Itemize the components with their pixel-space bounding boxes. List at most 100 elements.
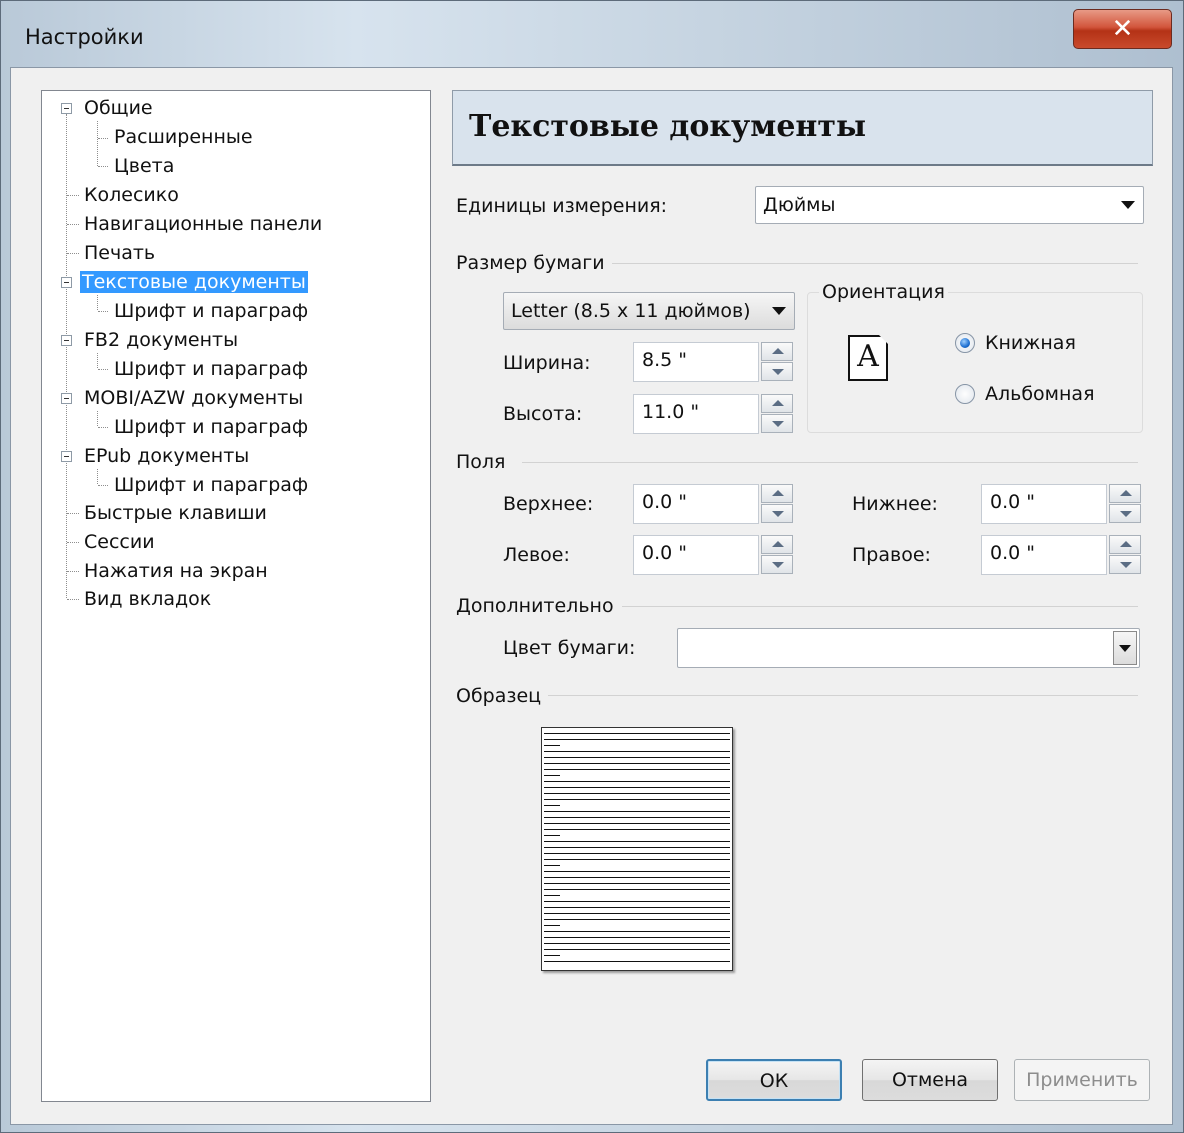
paper-size-value: Letter (8.5 x 11 дюймов) <box>511 300 751 322</box>
spin-down-icon[interactable] <box>1109 555 1141 574</box>
dropdown-button[interactable] <box>1113 631 1137 665</box>
spin-up-icon[interactable] <box>761 484 793 503</box>
close-button[interactable]: ✕ <box>1073 9 1172 49</box>
spin-up-icon[interactable] <box>761 535 793 554</box>
chevron-down-icon <box>1121 201 1135 209</box>
tree-item-text-documents[interactable]: Текстовые документы <box>80 269 308 295</box>
tree-item-tab-view[interactable]: Вид вкладок <box>82 586 213 612</box>
right-margin-input[interactable]: 0.0 " <box>981 535 1107 575</box>
preview-text-line <box>544 961 730 962</box>
tree-connector <box>97 121 98 166</box>
title-bar[interactable]: Настройки ✕ <box>1 1 1183 69</box>
preview-text-line <box>544 931 730 932</box>
preview-text-line <box>544 763 730 764</box>
width-value: 8.5 " <box>642 349 687 371</box>
preview-text-line <box>544 853 730 854</box>
spin-down-icon[interactable] <box>761 362 793 381</box>
tree-item-label: EPub документы <box>84 445 250 467</box>
tree-item-screen-taps[interactable]: Нажатия на экран <box>82 558 270 584</box>
left-margin-input[interactable]: 0.0 " <box>633 535 759 575</box>
width-label: Ширина: <box>503 352 591 374</box>
top-margin-value: 0.0 " <box>642 491 687 513</box>
collapse-icon[interactable] <box>61 103 72 114</box>
preview-text-line <box>544 769 730 770</box>
landscape-label[interactable]: Альбомная <box>985 383 1095 405</box>
tree-item-label: Колесико <box>84 184 179 206</box>
tree-item-label: Навигационные панели <box>84 213 323 235</box>
paper-color-select[interactable] <box>677 628 1140 668</box>
spin-down-icon[interactable] <box>761 504 793 523</box>
collapse-icon[interactable] <box>61 393 72 404</box>
tree-item-epub[interactable]: EPub документы <box>82 443 251 469</box>
spin-down-icon[interactable] <box>1109 504 1141 523</box>
section-divider <box>548 695 1138 696</box>
tree-item-font-paragraph[interactable]: Шрифт и параграф <box>112 298 310 324</box>
cancel-button[interactable]: Отмена <box>862 1059 998 1101</box>
preview-text-line <box>544 751 730 752</box>
units-label: Единицы измерения: <box>456 195 668 217</box>
spin-up-icon[interactable] <box>1109 535 1141 554</box>
preview-text-line <box>544 835 560 836</box>
settings-tree[interactable]: Общие Расширенные Цвета Колесико Навигац… <box>41 90 431 1102</box>
tree-item-fb2[interactable]: FB2 документы <box>82 327 240 353</box>
tree-connector <box>67 542 79 543</box>
tree-item-label: Вид вкладок <box>84 588 212 610</box>
collapse-icon[interactable] <box>61 277 72 288</box>
tree-item-general[interactable]: Общие <box>82 95 155 121</box>
collapse-icon[interactable] <box>61 335 72 346</box>
preview-text-line <box>544 793 730 794</box>
tree-connector <box>66 114 67 598</box>
preview-text-line <box>544 817 730 818</box>
height-input[interactable]: 11.0 " <box>633 394 759 434</box>
tree-connector <box>67 253 79 254</box>
top-margin-input[interactable]: 0.0 " <box>633 484 759 524</box>
portrait-label[interactable]: Книжная <box>985 332 1076 354</box>
preview-text-line <box>544 871 730 872</box>
units-select[interactable]: Дюймы <box>755 186 1144 224</box>
bottom-margin-input[interactable]: 0.0 " <box>981 484 1107 524</box>
apply-button[interactable]: Применить <box>1014 1059 1150 1101</box>
tree-item-nav-panels[interactable]: Навигационные панели <box>82 211 324 237</box>
preview-text-line <box>544 799 730 800</box>
right-margin-value: 0.0 " <box>990 542 1035 564</box>
spin-up-icon[interactable] <box>761 342 793 361</box>
preview-text-line <box>544 865 560 866</box>
spin-down-icon[interactable] <box>761 414 793 433</box>
tree-connector <box>97 411 98 426</box>
tree-item-hotkeys[interactable]: Быстрые клавиши <box>82 500 269 526</box>
orientation-title: Ориентация <box>819 281 948 303</box>
tree-item-wheel[interactable]: Колесико <box>82 182 181 208</box>
spin-up-icon[interactable] <box>1109 484 1141 503</box>
tree-item-font-paragraph[interactable]: Шрифт и параграф <box>112 472 310 498</box>
portrait-radio[interactable] <box>955 333 975 353</box>
paper-size-select[interactable]: Letter (8.5 x 11 дюймов) <box>503 292 795 330</box>
tree-connector <box>97 469 98 484</box>
preview-text-line <box>544 829 730 830</box>
tree-item-font-paragraph[interactable]: Шрифт и параграф <box>112 414 310 440</box>
landscape-radio[interactable] <box>955 384 975 404</box>
tree-item-mobi[interactable]: MOBI/AZW документы <box>82 385 305 411</box>
collapse-icon[interactable] <box>61 451 72 462</box>
spin-down-icon[interactable] <box>761 555 793 574</box>
tree-item-label: Шрифт и параграф <box>114 300 309 322</box>
preview-text-line <box>544 925 560 926</box>
tree-item-print[interactable]: Печать <box>82 240 157 266</box>
preview-text-line <box>544 877 730 878</box>
tree-connector <box>98 166 108 167</box>
ok-button[interactable]: ОК <box>706 1059 842 1101</box>
left-margin-value: 0.0 " <box>642 542 687 564</box>
tree-item-label: MOBI/AZW документы <box>84 387 304 409</box>
tree-item-sessions[interactable]: Сессии <box>82 529 157 555</box>
width-input[interactable]: 8.5 " <box>633 342 759 382</box>
preview-text-line <box>544 895 560 896</box>
tree-item-label: Печать <box>84 242 156 264</box>
tree-connector <box>98 311 108 312</box>
tree-connector <box>98 138 108 139</box>
tree-connector <box>97 295 98 310</box>
tree-connector <box>98 427 108 428</box>
preview-text-line <box>544 907 730 908</box>
spin-up-icon[interactable] <box>761 394 793 413</box>
tree-item-colors[interactable]: Цвета <box>112 153 176 179</box>
tree-item-advanced[interactable]: Расширенные <box>112 124 255 150</box>
tree-item-font-paragraph[interactable]: Шрифт и параграф <box>112 356 310 382</box>
